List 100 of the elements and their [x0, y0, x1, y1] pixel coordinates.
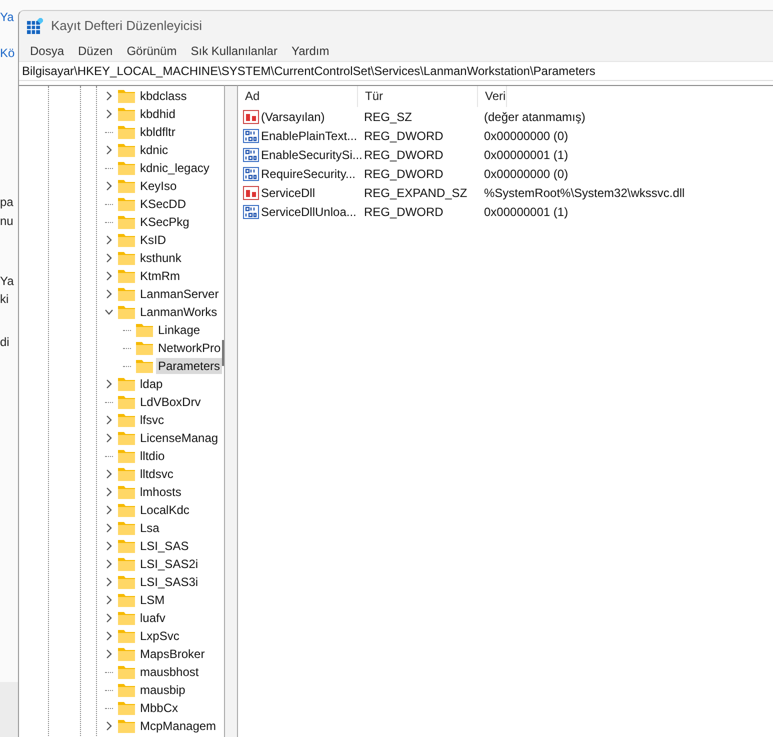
tree-item[interactable]: LSI_SAS3i [138, 574, 200, 590]
tree-item[interactable]: mausbip [138, 682, 188, 698]
page-text: Ya [0, 274, 14, 288]
expand-chevron-icon[interactable] [105, 559, 113, 569]
folder-icon [118, 413, 135, 427]
scrollbar-thumb[interactable] [222, 340, 224, 366]
tree-item[interactable]: kbdhid [138, 106, 178, 122]
folder-icon [118, 629, 135, 643]
expand-chevron-icon[interactable] [105, 145, 113, 155]
expand-chevron-icon[interactable] [105, 577, 113, 587]
tree-item[interactable]: KSecPkg [138, 214, 192, 230]
value-name[interactable]: EnablePlainText... [261, 128, 358, 142]
window-title: Kayıt Defteri Düzenleyicisi [51, 18, 202, 33]
folder-icon [118, 611, 135, 625]
tree-item[interactable]: lltdsvc [138, 466, 176, 482]
tree-item[interactable]: KtmRm [138, 268, 182, 284]
column-header[interactable]: Tür [358, 86, 478, 107]
folder-icon [118, 521, 135, 535]
folder-icon [118, 197, 135, 211]
collapse-chevron-icon[interactable] [105, 307, 113, 317]
expand-chevron-icon[interactable] [105, 523, 113, 533]
value-type: REG_EXPAND_SZ [363, 186, 468, 200]
expand-chevron-icon[interactable] [105, 253, 113, 263]
tree-item[interactable]: LanmanWorks [138, 304, 220, 320]
expand-chevron-icon[interactable] [105, 505, 113, 515]
tree-item[interactable]: MapsBroker [138, 646, 207, 662]
tree-item[interactable]: LanmanServer [138, 286, 221, 302]
binary-value-icon [243, 166, 259, 180]
tree-item[interactable]: Lsa [138, 520, 162, 536]
tree-item[interactable]: ldap [138, 376, 165, 392]
tree-item[interactable]: lmhosts [138, 484, 184, 500]
value-data: 0x00000000 (0) [483, 166, 568, 180]
tree-item[interactable]: LdVBoxDrv [138, 394, 203, 410]
menu-item[interactable]: Dosya [25, 42, 70, 60]
tree-item[interactable]: kbdclass [138, 88, 189, 104]
tree-item[interactable]: KsID [138, 232, 168, 248]
tree-item[interactable]: luafv [138, 610, 168, 626]
column-header[interactable]: Ad [238, 86, 358, 107]
folder-icon [118, 557, 135, 571]
expand-chevron-icon[interactable] [105, 415, 113, 425]
value-name[interactable]: (Varsayılan) [261, 110, 325, 124]
tree-item[interactable]: McpManagem [138, 718, 218, 734]
value-type: REG_SZ [363, 110, 414, 124]
tree-item[interactable]: ksthunk [138, 250, 184, 266]
binary-value-icon [243, 204, 259, 218]
tree-item[interactable]: LSM [138, 592, 167, 608]
address-field[interactable]: Bilgisayar\HKEY_LOCAL_MACHINE\SYSTEM\CurrentControlSet\Services\LanmanWorkstation\Parameters [19, 61, 773, 81]
folder-icon [118, 593, 135, 607]
expand-chevron-icon[interactable] [105, 631, 113, 641]
tree-item[interactable]: lfsvc [138, 412, 166, 428]
tree-item[interactable]: kdnic_legacy [138, 160, 212, 176]
column-header[interactable]: Veri [478, 86, 507, 107]
tree-item[interactable]: LocalKdc [138, 502, 192, 518]
menu-item[interactable]: Yardım [286, 42, 334, 60]
expand-chevron-icon[interactable] [105, 289, 113, 299]
value-name[interactable]: RequireSecurity... [261, 166, 356, 180]
expand-chevron-icon[interactable] [105, 541, 113, 551]
expand-chevron-icon[interactable] [105, 613, 113, 623]
tree-item[interactable]: Linkage [156, 322, 202, 338]
expand-chevron-icon[interactable] [105, 109, 113, 119]
expand-chevron-icon[interactable] [105, 649, 113, 659]
tree-item[interactable]: LicenseManag [138, 430, 220, 446]
folder-icon [118, 305, 135, 319]
value-type: REG_DWORD [363, 128, 444, 142]
link[interactable]: Kö [0, 46, 15, 60]
tree-item[interactable]: LxpSvc [138, 628, 182, 644]
menu-item[interactable]: Düzen [73, 42, 118, 60]
tree-item[interactable]: MbbCx [138, 700, 180, 716]
tree-item[interactable]: Parameters [156, 358, 222, 374]
expand-chevron-icon[interactable] [105, 271, 113, 281]
menu-item[interactable]: Sık Kullanılanlar [186, 42, 282, 60]
tree-item[interactable]: mausbhost [138, 664, 201, 680]
page-text: ki [0, 292, 9, 306]
folder-icon [136, 323, 153, 337]
expand-chevron-icon[interactable] [105, 91, 113, 101]
expand-chevron-icon[interactable] [105, 595, 113, 605]
tree-item[interactable]: LSI_SAS2i [138, 556, 200, 572]
expand-chevron-icon[interactable] [105, 487, 113, 497]
expand-chevron-icon[interactable] [105, 181, 113, 191]
tree-item[interactable]: kbldfltr [138, 124, 178, 140]
expand-chevron-icon[interactable] [105, 235, 113, 245]
folder-icon [118, 377, 135, 391]
tree-item[interactable]: lltdio [138, 448, 167, 464]
menu-item[interactable]: Görünüm [122, 42, 182, 60]
value-name[interactable]: ServiceDllUnloa... [261, 204, 356, 218]
expand-chevron-icon[interactable] [105, 721, 113, 731]
tree-item[interactable]: NetworkPro [156, 340, 223, 356]
tree-item[interactable]: LSI_SAS [138, 538, 191, 554]
folder-icon [118, 683, 135, 697]
tree-item[interactable]: KSecDD [138, 196, 188, 212]
tree-item[interactable]: kdnic [138, 142, 170, 158]
expand-chevron-icon[interactable] [105, 469, 113, 479]
page-text: pa [0, 195, 14, 209]
expand-chevron-icon[interactable] [105, 379, 113, 389]
tree-item[interactable]: KeyIso [138, 178, 179, 194]
link[interactable]: Ya [0, 10, 14, 24]
folder-icon [118, 161, 135, 175]
expand-chevron-icon[interactable] [105, 433, 113, 443]
value-name[interactable]: ServiceDll [261, 186, 316, 200]
value-name[interactable]: EnableSecuritySi... [261, 148, 362, 162]
